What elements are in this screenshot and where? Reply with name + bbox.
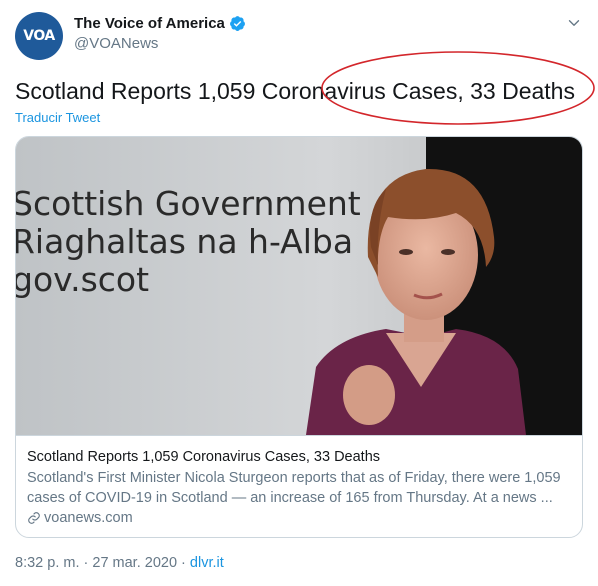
card-image-line3: gov.scot (16, 260, 149, 299)
card-domain-text: voanews.com (44, 510, 133, 526)
avatar-logo-text: VOA (23, 28, 55, 44)
card-description-line2: cases of COVID-19 in Scotland — an incre… (27, 490, 553, 506)
tweet-text: Scotland Reports 1,059 Coronavirus Cases… (15, 78, 575, 104)
card-domain: voanews.com (27, 510, 571, 526)
tweet-header: VOA The Voice of America @VOANews (15, 12, 585, 60)
card-image-line2: Riaghaltas na h-Alba (16, 222, 353, 261)
card-image: Scottish Government Riaghaltas na h-Alba… (16, 137, 582, 435)
tweet-footer: 8:32 p. m. · 27 mar. 2020 · dlvr.it (15, 555, 224, 571)
account-names: The Voice of America @VOANews (74, 15, 246, 52)
chevron-down-icon[interactable] (565, 14, 583, 32)
display-name-row: The Voice of America (74, 15, 246, 32)
card-image-line1: Scottish Government (16, 184, 361, 223)
tweet: VOA The Voice of America @VOANews Scotla… (0, 0, 598, 586)
account-handle[interactable]: @VOANews (74, 35, 246, 52)
footer-separator: · (177, 555, 190, 571)
avatar[interactable]: VOA (15, 12, 63, 60)
card-description: Scotland's First Minister Nicola Sturgeo… (27, 468, 571, 508)
card-title: Scotland Reports 1,059 Coronavirus Cases… (27, 449, 381, 465)
card-body: Scotland Reports 1,059 Coronavirus Cases… (16, 435, 582, 537)
translate-tweet-link[interactable]: Traducir Tweet (15, 110, 100, 125)
card-description-line1: Scotland's First Minister Nicola Sturgeo… (27, 470, 561, 486)
link-icon (28, 512, 40, 524)
tweet-source-link[interactable]: dlvr.it (190, 555, 224, 571)
card-photo-svg: Scottish Government Riaghaltas na h-Alba… (16, 137, 582, 435)
tweet-date[interactable]: 27 mar. 2020 (92, 555, 177, 571)
tweet-time[interactable]: 8:32 p. m. (15, 555, 79, 571)
display-name[interactable]: The Voice of America (74, 15, 225, 32)
link-card[interactable]: Scottish Government Riaghaltas na h-Alba… (15, 136, 583, 538)
footer-separator: · (79, 555, 93, 571)
verified-badge-icon (229, 16, 245, 31)
